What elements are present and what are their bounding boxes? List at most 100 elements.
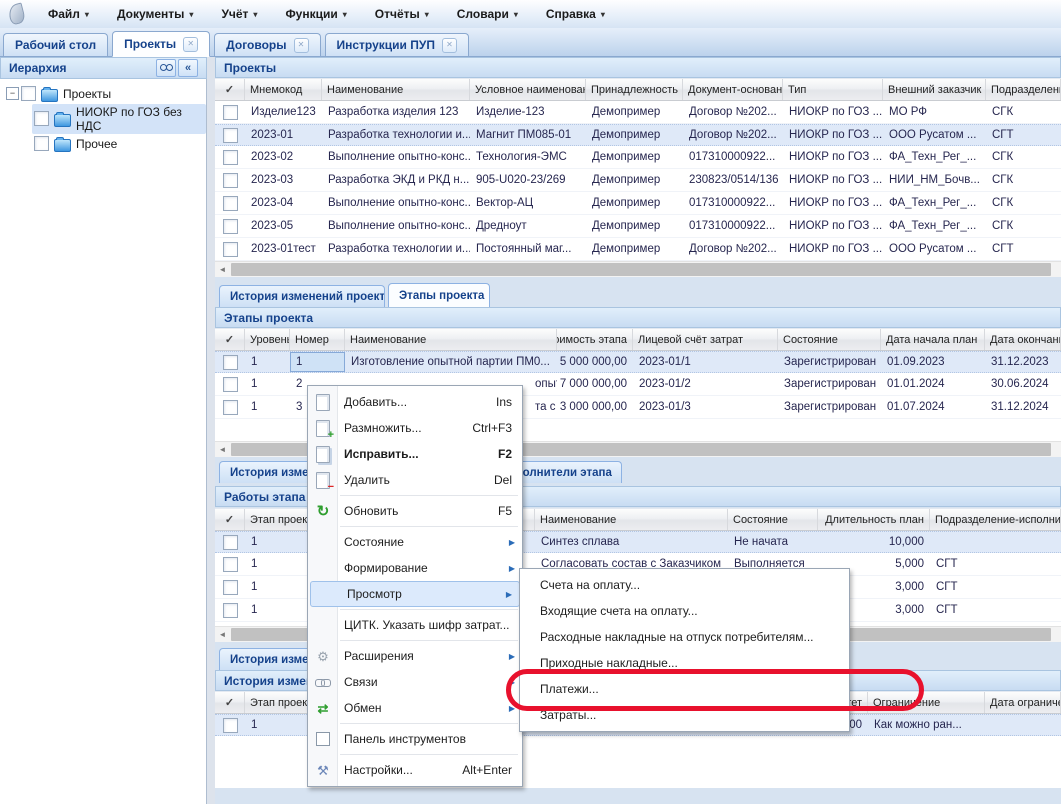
row-select-cell[interactable]: [215, 599, 245, 621]
table-row[interactable]: 2023-01тестРазработка технологии и...Пос…: [215, 238, 1061, 261]
menubar-item[interactable]: Документы▾: [107, 3, 204, 25]
row-checkbox[interactable]: [223, 377, 238, 392]
tab[interactable]: Договоры✕: [214, 33, 320, 56]
menubar-item[interactable]: Файл▾: [38, 3, 99, 25]
column-header[interactable]: Длительность план: [818, 509, 930, 530]
menu-item[interactable]: Просмотр▶: [310, 581, 520, 607]
scrollbar-thumb[interactable]: [231, 263, 1051, 276]
menu-item[interactable]: Счета на оплату...: [520, 572, 849, 598]
row-select-cell[interactable]: [215, 352, 245, 372]
row-checkbox[interactable]: [223, 557, 238, 572]
row-checkbox[interactable]: [223, 196, 238, 211]
scroll-left-arrow-icon[interactable]: ◄: [215, 442, 230, 457]
menu-item[interactable]: Размножить...Ctrl+F3: [308, 415, 522, 441]
tree-node[interactable]: Прочее: [0, 131, 206, 156]
splitter[interactable]: [207, 57, 215, 804]
row-checkbox[interactable]: [223, 400, 238, 415]
tree-node[interactable]: −Проекты: [0, 81, 206, 106]
tab-close-icon[interactable]: ✕: [442, 38, 457, 53]
menu-item[interactable]: УдалитьDel: [308, 467, 522, 493]
row-select-cell[interactable]: [215, 553, 245, 575]
row-select-cell[interactable]: [215, 532, 245, 552]
scroll-left-arrow-icon[interactable]: ◄: [215, 262, 230, 277]
column-header[interactable]: Тип: [783, 79, 883, 100]
menu-item[interactable]: ↻ОбновитьF5: [308, 498, 522, 524]
tab-close-icon[interactable]: ✕: [294, 38, 309, 53]
row-select-cell[interactable]: [215, 215, 245, 237]
row-select-cell[interactable]: [215, 238, 245, 260]
column-header[interactable]: Дата ограничения: [985, 692, 1061, 713]
column-header[interactable]: Наименование: [345, 329, 557, 350]
menubar-item[interactable]: Отчёты▾: [365, 3, 439, 25]
column-header[interactable]: Состояние: [778, 329, 881, 350]
tree-checkbox[interactable]: [34, 136, 49, 151]
menubar-item[interactable]: Словари▾: [447, 3, 528, 25]
table-row[interactable]: Изделие123Разработка изделия 123Изделие-…: [215, 101, 1061, 124]
column-header[interactable]: Наименование: [322, 79, 470, 100]
scroll-left-arrow-icon[interactable]: ◄: [215, 627, 230, 642]
collapse-panel-button[interactable]: «: [178, 59, 198, 77]
row-select-cell[interactable]: [215, 146, 245, 168]
tree-checkbox[interactable]: [21, 86, 36, 101]
menu-item[interactable]: Затраты...: [520, 702, 849, 728]
row-checkbox[interactable]: [223, 535, 238, 550]
menu-item[interactable]: ЦИТК. Указать шифр затрат...: [308, 612, 522, 638]
table-row[interactable]: 2023-04Выполнение опытно-конс...Вектор-А…: [215, 192, 1061, 215]
projects-scrollbar[interactable]: ◄: [215, 261, 1061, 277]
column-header[interactable]: Этап проекта: [245, 692, 310, 713]
column-header[interactable]: Лицевой счёт затрат: [633, 329, 778, 350]
table-row[interactable]: 11Изготовление опытной партии ПМ0...5 00…: [215, 351, 1061, 373]
row-checkbox[interactable]: [223, 219, 238, 234]
row-select-cell[interactable]: [215, 192, 245, 214]
select-column-header[interactable]: ✓: [215, 329, 245, 350]
column-header[interactable]: Номер: [290, 329, 345, 350]
search-button[interactable]: [156, 59, 176, 77]
column-header[interactable]: Дата окончания: [985, 329, 1061, 350]
tab-close-icon[interactable]: ✕: [183, 37, 198, 52]
row-checkbox[interactable]: [223, 105, 238, 120]
menubar-item[interactable]: Справка▾: [536, 3, 615, 25]
row-select-cell[interactable]: [215, 373, 245, 395]
select-column-header[interactable]: ✓: [215, 79, 245, 100]
column-header[interactable]: Условное наименование: [470, 79, 586, 100]
row-checkbox[interactable]: [223, 718, 238, 733]
row-select-cell[interactable]: [215, 715, 245, 735]
menu-item[interactable]: Исправить...F2: [308, 441, 522, 467]
menu-item[interactable]: ⚒Настройки...Alt+Enter: [308, 757, 522, 783]
tree-expander-icon[interactable]: −: [6, 87, 19, 100]
table-row[interactable]: 2023-01Разработка технологии и...Магнит …: [215, 124, 1061, 146]
column-header[interactable]: Дата начала план: [881, 329, 985, 350]
column-header[interactable]: Подразделение-исполнитель▼: [930, 509, 1061, 530]
menubar-item[interactable]: Функции▾: [275, 3, 356, 25]
tree-checkbox[interactable]: [34, 111, 49, 126]
row-select-cell[interactable]: [215, 125, 245, 145]
table-row[interactable]: 2023-05Выполнение опытно-конс...Дредноут…: [215, 215, 1061, 238]
row-checkbox[interactable]: [223, 128, 238, 143]
menu-item[interactable]: Платежи...: [520, 676, 849, 702]
row-select-cell[interactable]: [215, 396, 245, 418]
menu-item[interactable]: Состояние▶: [308, 529, 522, 555]
tree-node[interactable]: НИОКР по ГОЗ без НДС: [0, 106, 206, 131]
select-column-header[interactable]: ✓: [215, 509, 245, 530]
column-header[interactable]: Принадлежность: [586, 79, 683, 100]
column-header[interactable]: Этап проекта: [245, 509, 310, 530]
column-header[interactable]: Уровень: [245, 329, 290, 350]
tab[interactable]: Этапы проекта: [388, 283, 490, 307]
row-checkbox[interactable]: [223, 173, 238, 188]
menu-item[interactable]: Приходные накладные...: [520, 650, 849, 676]
tab[interactable]: Рабочий стол: [3, 33, 108, 56]
column-header[interactable]: Подразделение: [986, 79, 1061, 100]
column-header[interactable]: Документ-основание: [683, 79, 783, 100]
tab[interactable]: Проекты✕: [112, 31, 210, 57]
column-header[interactable]: Внешний заказчик: [883, 79, 986, 100]
menu-item[interactable]: Входящие счета на оплату...: [520, 598, 849, 624]
column-header[interactable]: Стоимость этапа: [557, 329, 633, 350]
menu-item[interactable]: Панель инструментов: [308, 726, 522, 752]
row-checkbox[interactable]: [223, 580, 238, 595]
tab[interactable]: История изменений проекта: [219, 285, 385, 307]
tab[interactable]: Инструкции ПУП✕: [325, 33, 469, 56]
select-column-header[interactable]: ✓: [215, 692, 245, 713]
row-checkbox[interactable]: [223, 603, 238, 618]
column-header[interactable]: Наименование: [535, 509, 728, 530]
row-select-cell[interactable]: [215, 169, 245, 191]
